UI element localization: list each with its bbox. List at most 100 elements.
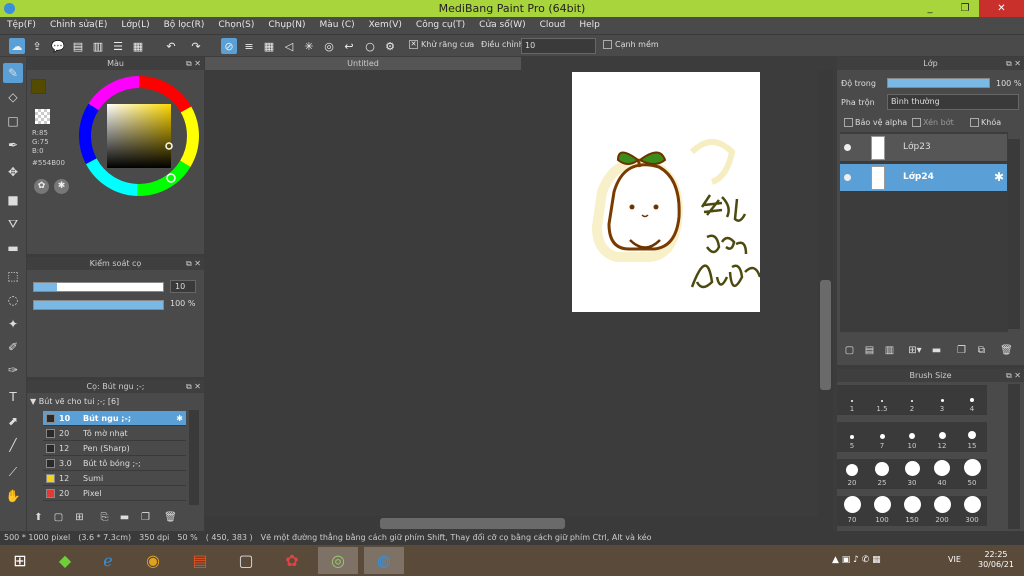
menu-filter[interactable]: Bộ lọc(R) (157, 17, 212, 34)
brush-size-option[interactable]: 25 (867, 459, 897, 489)
delete-layer-icon[interactable]: 🗑 (999, 343, 1014, 358)
brush-list-item[interactable]: 20 Pixel (43, 486, 186, 501)
magic-wand-icon[interactable]: ✦ (3, 314, 23, 334)
cross-snap-icon[interactable]: ▦ (261, 38, 277, 54)
menu-color[interactable]: Màu (C) (313, 17, 362, 34)
visibility-icon[interactable] (844, 144, 851, 151)
brush-size-option[interactable]: 150 (897, 496, 927, 526)
transparent-swatch[interactable] (35, 109, 50, 124)
panel-controls-icon[interactable]: ⧉ ✕ (186, 380, 201, 393)
layer-opacity-slider[interactable] (887, 78, 990, 88)
merge-layer-icon[interactable]: ⧉ (974, 343, 989, 358)
brush-size-scrollbar[interactable] (1008, 384, 1020, 529)
windows-start-icon[interactable]: ⊞ (0, 547, 40, 574)
brush-size-option[interactable]: 40 (927, 459, 957, 489)
rect-select-icon[interactable]: ⬚ (3, 266, 23, 286)
parallel-snap-icon[interactable]: ≡ (241, 38, 257, 54)
page-icon[interactable]: ▥ (90, 38, 106, 54)
fill-rect-tool-icon[interactable]: ■ (3, 190, 23, 210)
protect-alpha-checkbox[interactable] (844, 118, 853, 127)
menu-view[interactable]: Xem(V) (362, 17, 409, 34)
language-indicator[interactable]: VIE (948, 555, 961, 564)
brush-duplicate-icon[interactable]: ❐ (138, 510, 153, 525)
foxit-reader-icon[interactable]: ▤ (180, 547, 220, 574)
cloud-icon[interactable]: ☁ (9, 38, 25, 54)
brush-copy-icon[interactable]: ⎘ (97, 510, 112, 525)
brush-size-option[interactable]: 50 (957, 459, 987, 489)
chat-icon[interactable]: ▤ (70, 38, 86, 54)
operation-tool-icon[interactable]: ⬈ (3, 411, 23, 431)
brush-size-option[interactable]: 200 (927, 496, 957, 526)
circle-snap-icon[interactable]: ◎ (321, 38, 337, 54)
menu-edit[interactable]: Chỉnh sửa(E) (43, 17, 114, 34)
panel-controls-icon[interactable]: ⧉ ✕ (1006, 57, 1021, 70)
brush-list-item[interactable]: 12 Sumi (43, 471, 186, 486)
brush-size-option[interactable]: 12 (927, 422, 957, 452)
brush-new-icon[interactable]: ▢ (51, 510, 66, 525)
menu-select[interactable]: Chọn(S) (211, 17, 261, 34)
add-layer-menu-icon[interactable]: ⊞▾ (904, 343, 926, 358)
clipping-checkbox[interactable] (912, 118, 921, 127)
pictures-app-icon[interactable]: ✿ (272, 547, 312, 574)
lock-checkbox[interactable] (970, 118, 979, 127)
minimize-button[interactable]: _ (915, 0, 945, 17)
text-tool-icon[interactable]: T (3, 387, 23, 407)
brush-size-option[interactable]: 3 (927, 385, 957, 415)
menu-snap[interactable]: Chụp(N) (261, 17, 312, 34)
tray-icons[interactable]: ▲ ▣ ♪ ✆ ▦ (832, 555, 881, 565)
color-settings-icon[interactable]: ✱ (54, 179, 69, 194)
medibang-taskbar-icon[interactable]: ◍ (364, 547, 404, 574)
blend-mode-select[interactable]: Bình thường (887, 94, 1019, 110)
internet-explorer-icon[interactable]: ℯ (88, 547, 128, 574)
eyedropper-icon[interactable]: ⟋ (3, 462, 23, 482)
hand-tool-icon[interactable]: ✋ (3, 486, 23, 506)
color-wheel[interactable] (77, 74, 201, 198)
visibility-icon[interactable] (844, 174, 851, 181)
pen-tool-icon[interactable]: ✒ (3, 135, 23, 155)
drawing-canvas[interactable] (572, 72, 760, 312)
new-layer-icon[interactable]: ▢ (842, 343, 857, 358)
menu-window[interactable]: Cửa sổ(W) (472, 17, 532, 34)
app-window-icon[interactable]: ▢ (226, 547, 266, 574)
brush-size-option[interactable]: 10 (897, 422, 927, 452)
adjust-select[interactable]: 10 (521, 38, 596, 54)
layer-item[interactable]: Lớp23 (840, 134, 1007, 162)
bucket-tool-icon[interactable]: ⛛ (3, 214, 23, 234)
brush-size-option[interactable]: 20 (837, 459, 867, 489)
vertical-scroll-thumb[interactable] (820, 280, 831, 390)
brush-size-option[interactable]: 1.5 (867, 385, 897, 415)
brush-size-option[interactable]: 15 (957, 422, 987, 452)
antialias-checkbox[interactable]: ✕ (409, 40, 418, 49)
layer-list-scrollbar[interactable] (1008, 139, 1020, 329)
vanish-snap-icon[interactable]: ◁ (281, 38, 297, 54)
panel-controls-icon[interactable]: ⧉ ✕ (186, 257, 201, 270)
primary-color-swatch[interactable] (31, 79, 46, 94)
smooth-checkbox[interactable] (603, 40, 612, 49)
gear-icon[interactable]: ✱ (176, 411, 183, 426)
brush-size-option[interactable]: 1 (837, 385, 867, 415)
brush-size-slider[interactable] (33, 282, 164, 292)
new-layer-8bit-icon[interactable]: ▤ (862, 343, 877, 358)
bluestacks-icon[interactable]: ◆ (45, 547, 85, 574)
list-icon[interactable]: ☰ (110, 38, 126, 54)
brush-size-option[interactable]: 2 (897, 385, 927, 415)
brush-size-option[interactable]: 4 (957, 385, 987, 415)
brush-size-option[interactable]: 7 (867, 422, 897, 452)
brush-opacity-slider[interactable] (33, 300, 164, 310)
brush-size-option[interactable]: 70 (837, 496, 867, 526)
gradient-tool-icon[interactable]: ▬ (3, 238, 23, 258)
redo-icon[interactable]: ↷ (188, 38, 204, 54)
brush-tool-icon[interactable]: ✎ (3, 63, 23, 83)
brush-list-item[interactable]: 12 Pen (Sharp) (43, 441, 186, 456)
menu-file[interactable]: Tệp(F) (0, 17, 43, 34)
grid-icon[interactable]: ▦ (130, 38, 146, 54)
camera-app-icon[interactable]: ◎ (318, 547, 358, 574)
brush-size-value[interactable]: 10 (170, 280, 196, 293)
rect-tool-icon[interactable]: □ (3, 111, 23, 131)
new-layer-1bit-icon[interactable]: ▥ (882, 343, 897, 358)
gear-icon[interactable]: ✱ (994, 170, 1004, 184)
snap-settings-icon[interactable]: ⚙ (382, 38, 398, 54)
brush-folder-icon[interactable]: ▬ (117, 510, 132, 525)
curve-snap-icon[interactable]: ↩ (341, 38, 357, 54)
ellipse-snap-icon[interactable]: ○ (362, 38, 378, 54)
